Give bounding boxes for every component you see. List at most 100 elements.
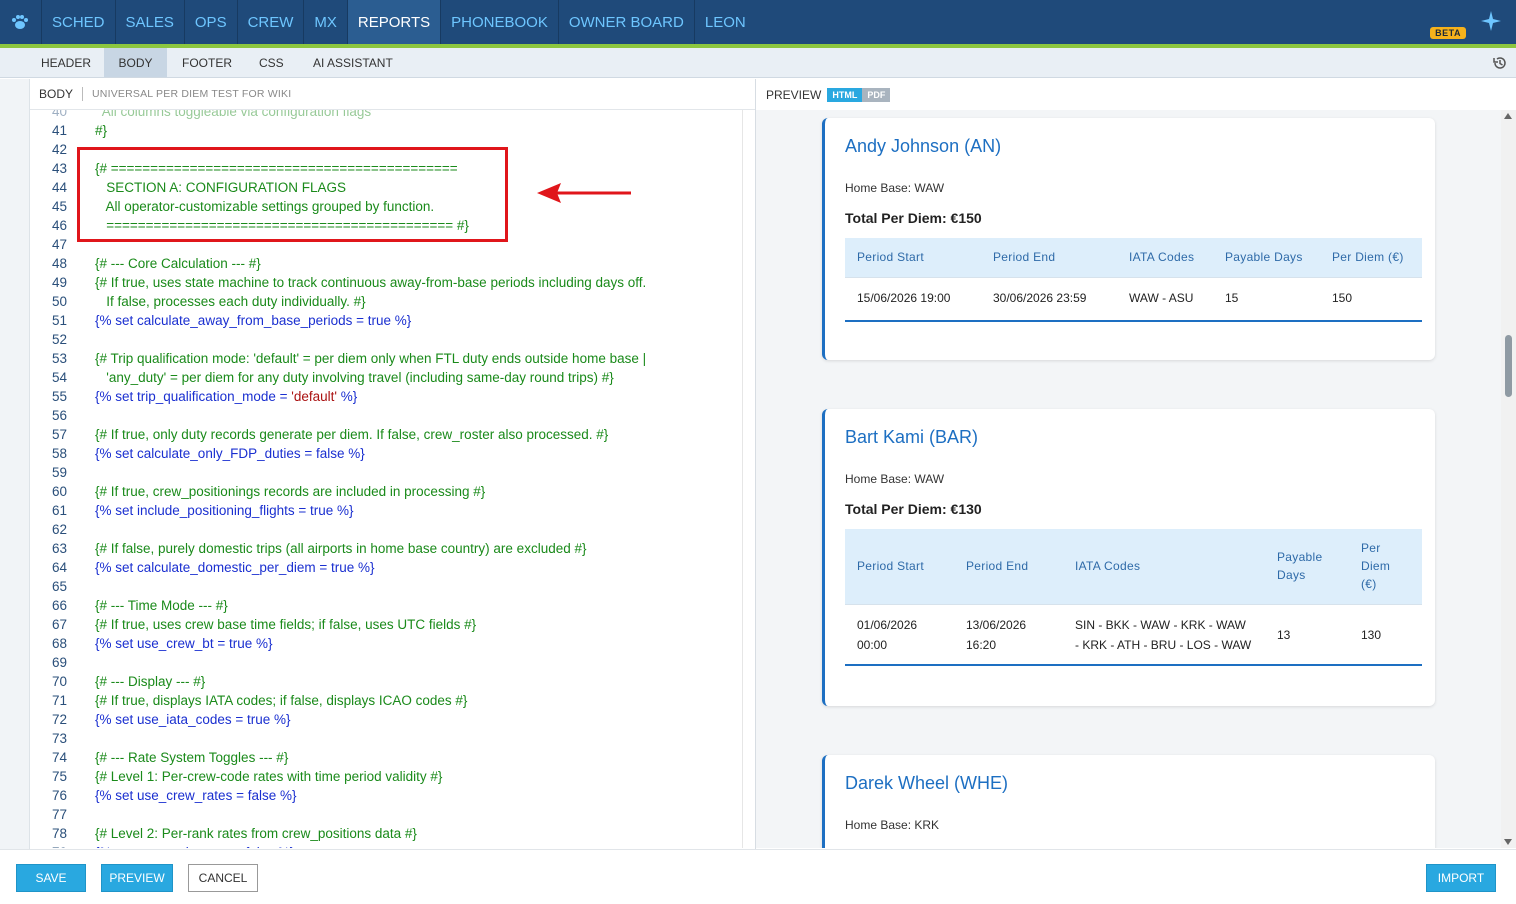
code-line[interactable]: 68 {% set use_crew_bt = true %} (30, 634, 742, 653)
code-line[interactable]: 73 (30, 729, 742, 748)
home-base: Home Base: KRK (845, 818, 940, 832)
nav-item-sched[interactable]: SCHED (41, 0, 115, 44)
line-text: {# If true, only duty records generate p… (95, 425, 608, 444)
code-line[interactable]: 69 (30, 653, 742, 672)
preview-scrollbar[interactable] (1501, 110, 1516, 848)
code-token: {# If true, displays IATA codes; if fals… (95, 693, 468, 708)
nav-item-reports[interactable]: REPORTS (346, 0, 441, 44)
scroll-up-icon[interactable] (1504, 113, 1512, 119)
table-row: 15/06/2026 19:00 30/06/2026 23:59 WAW - … (845, 277, 1422, 320)
line-number: 61 (51, 503, 67, 518)
tab-header[interactable]: HEADER (29, 48, 103, 77)
preview-title: PREVIEW (766, 87, 822, 102)
preview-header: PREVIEW HTML PDF (756, 79, 1516, 110)
code-line[interactable]: 63 {# If false, purely domestic trips (al… (30, 539, 742, 558)
line-number: 63 (51, 541, 67, 556)
cell-payable-days: 15 (1225, 291, 1239, 305)
left-gutter (0, 79, 30, 849)
preview-button[interactable]: PREVIEW (101, 864, 173, 892)
nav-item-leon[interactable]: LEON (693, 0, 756, 44)
code-line[interactable]: 57 {# If true, only duty records generate… (30, 425, 742, 444)
total-per-diem: Total Per Diem: €150 (845, 210, 982, 226)
code-line[interactable]: 60 {# If true, crew_positionings records … (30, 482, 742, 501)
code-line[interactable]: 79 {% set use_rank_rates = false %} (30, 843, 742, 848)
code-line[interactable]: 67 {# If true, uses crew base time fields… (30, 615, 742, 634)
code-line[interactable]: 70 {# --- Display --- #} (30, 672, 742, 691)
code-line[interactable]: 75 {# Level 1: Per-crew-code rates with t… (30, 767, 742, 786)
code-line[interactable]: 50 If false, processes each duty individ… (30, 292, 742, 311)
tab-footer[interactable]: FOOTER (170, 48, 244, 77)
line-number: 75 (51, 769, 67, 784)
editor-scrollbar[interactable] (742, 110, 756, 848)
code-line[interactable]: 58 {% set calculate_only_FDP_duties = fal… (30, 444, 742, 463)
code-line[interactable]: 66 {# --- Time Mode --- #} (30, 596, 742, 615)
code-line[interactable]: 55 {% set trip_qualification_mode = 'defa… (30, 387, 742, 406)
nav-item-owner-board[interactable]: OWNER BOARD (557, 0, 694, 44)
code-token: #} (95, 123, 108, 138)
code-token: {% set use_iata_codes = true %} (95, 712, 291, 727)
nav-item-sales[interactable]: SALES (114, 0, 184, 44)
code-line[interactable]: 72 {% set use_iata_codes = true %} (30, 710, 742, 729)
line-text: {# Trip qualification mode: 'default' = … (95, 349, 646, 368)
mode-html-toggle[interactable]: HTML (827, 87, 863, 102)
scroll-down-icon[interactable] (1504, 839, 1512, 845)
tab-css[interactable]: CSS (247, 48, 297, 77)
code-token: {% set include_positioning_flights = tru… (95, 503, 354, 518)
code-line[interactable]: 40 All columns toggleable via configurat… (30, 110, 742, 121)
tab-ai-assistant[interactable]: AI ASSISTANT (301, 48, 411, 77)
line-text: {% set use_rank_rates = false %} (95, 843, 294, 848)
preview-pane: Andy Johnson (AN) Home Base: WAW Total P… (756, 110, 1501, 848)
code-line[interactable]: 77 (30, 805, 742, 824)
code-line[interactable]: 54 'any_duty' = per diem for any duty in… (30, 368, 742, 387)
tab-body[interactable]: BODY (104, 48, 167, 77)
col-payable-days: Payable Days (1225, 250, 1303, 264)
code-line[interactable]: 59 (30, 463, 742, 482)
nav-item-ops[interactable]: OPS (183, 0, 237, 44)
header-separator (82, 87, 84, 101)
paw-logo-icon[interactable] (0, 0, 40, 44)
code-line[interactable]: 65 (30, 577, 742, 596)
cell-per-diem: 150 (1332, 291, 1353, 305)
cancel-button[interactable]: CANCEL (188, 864, 258, 892)
code-token: {# --- Rate System Toggles --- #} (95, 750, 289, 765)
line-number: 72 (51, 712, 67, 727)
code-line[interactable]: 64 {% set calculate_domestic_per_diem = t… (30, 558, 742, 577)
history-icon[interactable] (1492, 55, 1508, 71)
sparkle-icon[interactable] (1480, 10, 1502, 32)
table-row: 01/06/2026 00:00 13/06/2026 16:20 SIN - … (845, 604, 1422, 664)
code-line[interactable]: 76 {% set use_crew_rates = false %} (30, 786, 742, 805)
code-line[interactable]: 52 (30, 330, 742, 349)
code-line[interactable]: 53 {# Trip qualification mode: 'default' … (30, 349, 742, 368)
code-line[interactable]: 61 {% set include_positioning_flights = t… (30, 501, 742, 520)
code-line[interactable]: 48 {# --- Core Calculation --- #} (30, 254, 742, 273)
line-number: 73 (51, 731, 67, 746)
nav-item-crew[interactable]: CREW (236, 0, 304, 44)
line-text: {% set trip_qualification_mode = 'defaul… (95, 387, 357, 406)
code-token: {# Level 1: Per-crew-code rates with tim… (95, 769, 443, 784)
scroll-thumb[interactable] (1505, 335, 1512, 397)
nav-item-phonebook[interactable]: PHONEBOOK (440, 0, 558, 44)
code-token: {# --- Time Mode --- #} (95, 598, 228, 613)
code-line[interactable]: 74 {# --- Rate System Toggles --- #} (30, 748, 742, 767)
code-line[interactable]: 62 (30, 520, 742, 539)
line-text: {# Level 1: Per-crew-code rates with tim… (95, 767, 442, 786)
cell-period-end: 30/06/2026 23:59 (993, 291, 1087, 305)
line-number: 41 (51, 123, 67, 138)
code-line[interactable]: 49 {# If true, uses state machine to trac… (30, 273, 742, 292)
table-header: Period Start Period End IATA Codes Payab… (845, 238, 1422, 277)
code-line[interactable]: 78 {# Level 2: Per-rank rates from crew_p… (30, 824, 742, 843)
cell-payable-days: 13 (1277, 628, 1291, 642)
code-line[interactable]: 56 (30, 406, 742, 425)
code-line[interactable]: 71 {# If true, displays IATA codes; if fa… (30, 691, 742, 710)
line-text: {% set use_crew_rates = false %} (95, 786, 297, 805)
mode-pdf-toggle[interactable]: PDF (862, 87, 891, 102)
code-line[interactable]: 41 #} (30, 121, 742, 140)
import-button[interactable]: IMPORT (1426, 864, 1496, 892)
line-text: {# If false, purely domestic trips (all … (95, 539, 587, 558)
line-number: 58 (51, 446, 67, 461)
save-button[interactable]: SAVE (16, 864, 86, 892)
col-iata-codes: IATA Codes (1075, 559, 1141, 573)
nav-item-mx[interactable]: MX (303, 0, 347, 44)
code-line[interactable]: 51 {% set calculate_away_from_base_period… (30, 311, 742, 330)
crew-card: Bart Kami (BAR) Home Base: WAW Total Per… (822, 409, 1435, 706)
